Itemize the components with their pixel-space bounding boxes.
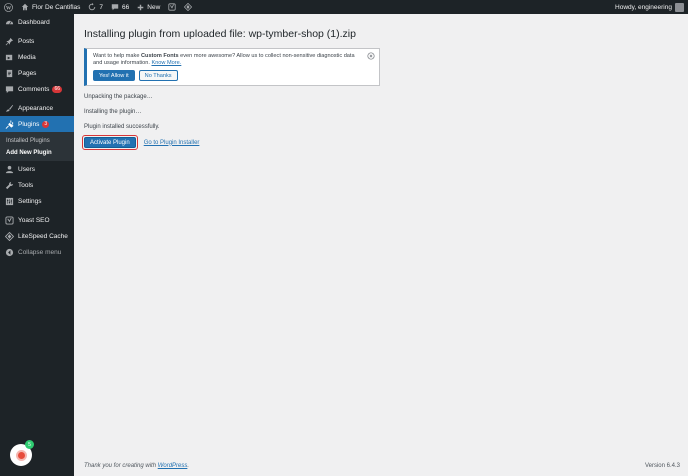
litespeed-icon bbox=[5, 231, 14, 241]
status-unpacking: Unpacking the package… bbox=[84, 94, 153, 100]
main-content: Installing plugin from uploaded file: wp… bbox=[74, 14, 688, 476]
notice-text-bold: Custom Fonts bbox=[140, 53, 179, 59]
wp-version: Version 6.4.3 bbox=[644, 463, 680, 469]
submenu-add-new-plugin[interactable]: Add New Plugin bbox=[0, 147, 74, 159]
notice-buttons: Yes! Allow it No Thanks bbox=[93, 70, 373, 81]
yoast-icon bbox=[168, 3, 176, 11]
new-content-link[interactable]: New bbox=[133, 0, 164, 14]
sidebar-item-label: Yoast SEO bbox=[18, 216, 50, 224]
litespeed-adminbar-link[interactable] bbox=[180, 0, 196, 14]
notice-text-before: Want to help make bbox=[93, 53, 141, 59]
comments-count: 66 bbox=[122, 3, 130, 11]
sidebar-item-label: Tools bbox=[18, 181, 34, 189]
footer-thanks: Thank you for creating with WordPress. bbox=[84, 463, 189, 469]
home-icon bbox=[21, 3, 29, 11]
sidebar-item-appearance[interactable]: Appearance bbox=[0, 100, 74, 116]
sidebar-item-label: Media bbox=[18, 53, 36, 61]
sidebar-item-label: Settings bbox=[18, 197, 42, 205]
allow-tracking-button[interactable]: Yes! Allow it bbox=[93, 70, 135, 81]
updates-count: 7 bbox=[99, 3, 104, 11]
litespeed-icon bbox=[184, 3, 193, 11]
sidebar-item-label: Collapse menu bbox=[18, 248, 62, 256]
users-icon bbox=[5, 165, 14, 174]
sidebar-item-media[interactable]: Media bbox=[0, 49, 74, 65]
know-more-link[interactable]: Know More. bbox=[151, 60, 181, 66]
sidebar-item-yoast-seo[interactable]: Yoast SEO bbox=[0, 212, 74, 228]
footer-thanks-suffix: . bbox=[187, 463, 190, 469]
activate-plugin-button[interactable]: Activate Plugin bbox=[84, 137, 136, 148]
media-icon bbox=[5, 53, 14, 62]
sidebar-item-label: Pages bbox=[18, 69, 37, 77]
submenu-installed-plugins[interactable]: Installed Plugins bbox=[0, 135, 74, 147]
new-label: New bbox=[147, 3, 161, 11]
yoast-icon bbox=[5, 215, 14, 225]
my-account[interactable]: Howdy, engineering bbox=[615, 2, 688, 12]
settings-icon bbox=[5, 197, 14, 206]
sidebar-item-label: Dashboard bbox=[18, 18, 50, 26]
collapse-icon bbox=[5, 248, 14, 257]
plus-icon bbox=[137, 4, 144, 10]
svg-text:W: W bbox=[6, 5, 12, 11]
sidebar-item-litespeed-cache[interactable]: LiteSpeed Cache bbox=[0, 228, 74, 244]
sidebar-item-users[interactable]: Users bbox=[0, 161, 74, 177]
sidebar-item-posts[interactable]: Posts bbox=[0, 33, 74, 49]
wrench-icon bbox=[5, 181, 14, 190]
admin-bar: W Flor De Cantiflas 7 66 New Howdy, engi… bbox=[0, 0, 688, 14]
plugin-icon bbox=[5, 119, 14, 129]
status-installing: Installing the plugin… bbox=[84, 109, 142, 115]
sidebar-item-label: LiteSpeed Cache bbox=[18, 232, 68, 240]
plugins-badge: 3 bbox=[42, 120, 50, 128]
comments-badge: 66 bbox=[52, 85, 62, 93]
account-greeting: Howdy, engineering bbox=[615, 3, 672, 11]
page-title: Installing plugin from uploaded file: wp… bbox=[84, 28, 356, 40]
comment-icon bbox=[5, 85, 14, 94]
plugins-submenu: Installed Plugins Add New Plugin bbox=[0, 132, 74, 161]
yoast-adminbar-link[interactable] bbox=[164, 0, 180, 14]
activate-highlight: Activate Plugin bbox=[82, 135, 138, 150]
admin-sidebar: Dashboard Posts Media Pages Comments 66 … bbox=[0, 14, 74, 476]
sidebar-item-label: Posts bbox=[18, 37, 35, 45]
custom-fonts-notice: Want to help make Custom Fonts even more… bbox=[84, 48, 380, 86]
comment-icon bbox=[111, 4, 119, 11]
pin-icon bbox=[5, 37, 14, 46]
wordpress-link[interactable]: WordPress bbox=[158, 463, 188, 469]
dismiss-notice-icon[interactable] bbox=[367, 52, 375, 60]
collapse-menu-button[interactable]: Collapse menu bbox=[0, 244, 74, 260]
footer-thanks-prefix: Thank you for creating with bbox=[84, 463, 158, 469]
sidebar-item-comments[interactable]: Comments 66 bbox=[0, 81, 74, 97]
avatar bbox=[675, 2, 684, 12]
sidebar-item-settings[interactable]: Settings bbox=[0, 193, 74, 209]
site-name-link[interactable]: Flor De Cantiflas bbox=[17, 0, 84, 14]
dashboard-icon bbox=[5, 18, 14, 27]
chat-widget-badge: 5 bbox=[25, 440, 34, 449]
refresh-icon bbox=[89, 3, 96, 11]
chat-widget-icon bbox=[15, 449, 27, 461]
site-name: Flor De Cantiflas bbox=[32, 3, 81, 11]
sidebar-item-label: Comments bbox=[18, 85, 50, 93]
comments-link[interactable]: 66 bbox=[107, 0, 133, 14]
status-installed: Plugin installed successfully. bbox=[84, 124, 160, 130]
updates-link[interactable]: 7 bbox=[84, 0, 107, 14]
pages-icon bbox=[5, 69, 14, 78]
sidebar-item-label: Appearance bbox=[18, 104, 54, 112]
notice-text: Want to help make Custom Fonts even more… bbox=[93, 53, 363, 67]
sidebar-item-label: Users bbox=[18, 165, 35, 173]
sidebar-item-tools[interactable]: Tools bbox=[0, 177, 74, 193]
brush-icon bbox=[5, 104, 14, 113]
sidebar-item-label: Plugins bbox=[18, 120, 40, 128]
admin-footer: Thank you for creating with WordPress. V… bbox=[84, 463, 680, 469]
sidebar-item-dashboard[interactable]: Dashboard bbox=[0, 14, 74, 30]
install-actions: Activate Plugin Go to Plugin Installer bbox=[82, 135, 199, 150]
no-thanks-button[interactable]: No Thanks bbox=[138, 70, 178, 81]
sidebar-item-plugins[interactable]: Plugins 3 bbox=[0, 116, 74, 132]
wordpress-logo-icon[interactable]: W bbox=[0, 0, 17, 14]
sidebar-item-pages[interactable]: Pages bbox=[0, 65, 74, 81]
plugin-installer-link[interactable]: Go to Plugin Installer bbox=[144, 140, 200, 146]
